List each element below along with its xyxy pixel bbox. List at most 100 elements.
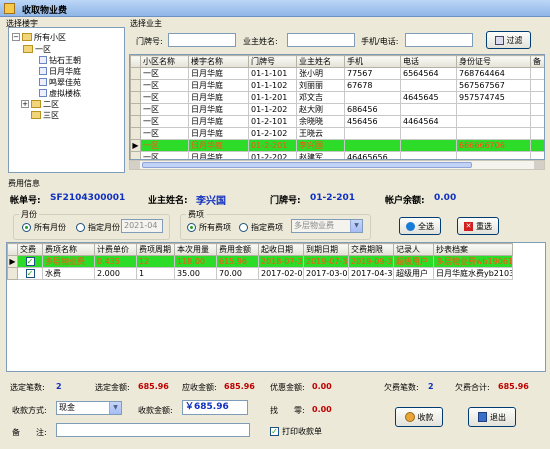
- table-row[interactable]: 一区 日月华庭 01-1-202 赵大刚 686456: [130, 103, 544, 116]
- owner-grid[interactable]: 小区名称 楼宇名称 门牌号 业主姓名 手机 电话 身份证号备 一区 日月华庭 01-1-101 张…: [129, 54, 545, 160]
- tree-node-building[interactable]: 日月华庭: [39, 66, 81, 76]
- table-cell: 刘丽丽: [296, 79, 345, 92]
- tree-node-building[interactable]: 鸣翠佳苑: [39, 77, 81, 87]
- column-header[interactable]: 业主姓名: [296, 55, 345, 68]
- filter-icon: [494, 35, 504, 45]
- tree-node-building[interactable]: 虚拟楼栋: [39, 88, 81, 98]
- row-header[interactable]: [130, 127, 141, 140]
- owner-name-input[interactable]: [287, 33, 355, 47]
- column-header[interactable]: 电话: [400, 55, 457, 68]
- table-row[interactable]: 一区 日月华庭 01-2-202 赵建军 46465656: [130, 151, 544, 159]
- table-row[interactable]: 一区 日月华庭 01-1-201 邓文吉 4645645 957574745: [130, 91, 544, 104]
- table-row[interactable]: 一区 日月华庭 01-1-101 张小明 77567 6564564 768764464: [130, 67, 544, 80]
- column-header[interactable]: 交费: [17, 243, 43, 256]
- pay-checkbox-cell[interactable]: ✓: [17, 255, 43, 268]
- exit-button[interactable]: 退出: [468, 407, 516, 427]
- column-header[interactable]: 楼宇名称: [188, 55, 249, 68]
- phone-input[interactable]: [405, 33, 473, 47]
- received-amount-input[interactable]: ￥685.96: [182, 400, 248, 415]
- table-cell: [530, 139, 544, 152]
- table-row[interactable]: ✓ 水费 2.000 1 35.00 70.00 2017-02-06 2017-03-06 2…: [7, 267, 513, 280]
- all-months-radio[interactable]: 所有月份: [22, 222, 66, 233]
- checkbox-checked-icon[interactable]: ✓: [25, 269, 35, 278]
- selected-amount-label: 选定金额:: [95, 383, 130, 392]
- tree-node-area-3[interactable]: 三区: [31, 110, 59, 120]
- table-cell: 456456: [344, 115, 401, 128]
- building-tree[interactable]: − 所有小区 一区 钻石王朝 日月华庭 鸣翠佳苑 虚拟楼栋 + 二区 三区: [8, 27, 125, 173]
- specific-item-radio[interactable]: 指定费项: [239, 222, 283, 233]
- table-cell: 多层物业费: [42, 255, 95, 268]
- account-label: 帐单号:: [10, 196, 41, 206]
- row-header[interactable]: [130, 115, 141, 128]
- scroll-left-icon[interactable]: [130, 161, 140, 169]
- column-header[interactable]: 到期日期: [303, 243, 349, 256]
- pay-method-select[interactable]: 现金 ▼: [56, 401, 122, 415]
- fee-grid[interactable]: 交费 费项名称 计费单价 费项周期 本次用量 费用金额 起收日期 到期日期 交费期限 记录人 抄表档…: [6, 242, 546, 372]
- print-receipt-checkbox[interactable]: ✓ 打印收款单: [270, 426, 322, 437]
- tree-node-area-1[interactable]: 一区: [23, 44, 51, 54]
- column-header[interactable]: 小区名称: [140, 55, 189, 68]
- door-input[interactable]: [168, 33, 236, 47]
- specific-month-radio[interactable]: 指定月份: [76, 222, 120, 233]
- column-header[interactable]: 备: [530, 55, 544, 68]
- reselect-button[interactable]: ✕ 重选: [457, 217, 499, 235]
- row-header[interactable]: ▶: [7, 255, 18, 268]
- filter-button[interactable]: 过滤: [486, 31, 531, 49]
- column-header[interactable]: 本次用量: [174, 243, 217, 256]
- select-all-button[interactable]: 全选: [399, 217, 441, 235]
- row-header[interactable]: [130, 151, 141, 159]
- row-header[interactable]: [130, 79, 141, 92]
- owed-count-value: 2: [428, 382, 434, 391]
- column-header[interactable]: 记录人: [393, 243, 434, 256]
- expand-icon[interactable]: +: [21, 100, 29, 108]
- tree-node-area-2[interactable]: + 二区: [21, 99, 59, 109]
- balance-label: 帐户余额:: [385, 196, 425, 206]
- table-cell: 957574745: [456, 91, 531, 104]
- table-cell: 686456: [344, 103, 401, 116]
- fee-item-select[interactable]: 多层物业费 ▼: [291, 219, 363, 233]
- column-header[interactable]: 手机: [344, 55, 401, 68]
- column-header[interactable]: 计费单价: [94, 243, 137, 256]
- scroll-right-icon[interactable]: [534, 161, 544, 169]
- column-header[interactable]: 身份证号: [456, 55, 531, 68]
- column-header[interactable]: 费项名称: [42, 243, 95, 256]
- row-header[interactable]: [130, 91, 141, 104]
- column-header[interactable]: 抄表档案: [433, 243, 513, 256]
- table-row[interactable]: ▶ 一区 日月华庭 01-2-201 李兴国 666666706: [130, 139, 544, 152]
- chevron-down-icon[interactable]: ▼: [109, 402, 121, 414]
- owner-grid-hscrollbar[interactable]: [129, 160, 545, 170]
- chevron-down-icon[interactable]: ▼: [350, 220, 362, 232]
- table-row[interactable]: ▶ ✓ 多层物业费 0.435 12 118.00 615.96 2018-07-31 2019…: [7, 255, 513, 268]
- column-header[interactable]: 费用金额: [216, 243, 259, 256]
- table-cell: 日月华庭: [188, 151, 249, 159]
- tree-node-all[interactable]: − 所有小区: [12, 32, 66, 42]
- note-input[interactable]: [56, 423, 250, 437]
- discount-value: 0.00: [312, 382, 332, 391]
- table-cell: 2019-07-31: [303, 255, 349, 268]
- row-header[interactable]: [130, 103, 141, 116]
- collapse-icon[interactable]: −: [12, 33, 20, 41]
- receivable-value: 685.96: [224, 382, 255, 391]
- pay-checkbox-cell[interactable]: ✓: [17, 267, 43, 280]
- row-header[interactable]: ▶: [130, 139, 141, 152]
- column-header[interactable]: 费项周期: [136, 243, 175, 256]
- collect-button[interactable]: 收款: [395, 407, 443, 427]
- row-header[interactable]: [7, 267, 18, 280]
- row-header[interactable]: [130, 67, 141, 80]
- table-row[interactable]: 一区 日月华庭 01-1-102 刘丽丽 67678 567567567: [130, 79, 544, 92]
- scroll-thumb[interactable]: [142, 162, 472, 168]
- table-cell: 日月华庭: [188, 91, 249, 104]
- column-header[interactable]: 门牌号: [248, 55, 297, 68]
- table-cell: 4645645: [400, 91, 457, 104]
- column-header[interactable]: 交费期限: [348, 243, 394, 256]
- checkbox-checked-icon: ✓: [270, 427, 279, 436]
- table-cell: [400, 151, 457, 159]
- table-row[interactable]: 一区 日月华庭 01-2-102 王晓云: [130, 127, 544, 140]
- checkbox-checked-icon[interactable]: ✓: [25, 257, 35, 266]
- tree-node-building[interactable]: 钻石王朝: [39, 55, 81, 65]
- column-header[interactable]: 起收日期: [258, 243, 304, 256]
- month-input[interactable]: 2021-04: [121, 219, 163, 233]
- all-items-radio[interactable]: 所有费项: [187, 222, 231, 233]
- row-header-corner: [130, 55, 141, 68]
- table-row[interactable]: 一区 日月华庭 01-2-101 余晓晓 456456 4464564: [130, 115, 544, 128]
